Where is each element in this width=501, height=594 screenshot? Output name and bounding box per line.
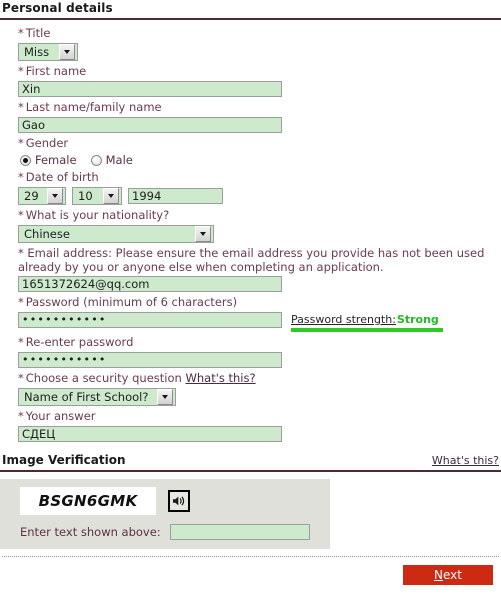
footer-divider — [2, 556, 499, 557]
gender-radio-female[interactable] — [20, 154, 31, 166]
form-footer: Next — [0, 556, 501, 594]
nationality-select[interactable]: Chinese — [18, 225, 214, 243]
date-of-birth-group: 29 10 — [18, 187, 501, 205]
required-asterisk: * — [18, 208, 24, 222]
required-asterisk: * — [18, 136, 24, 150]
date-of-birth-label: * Date of birth — [18, 170, 501, 185]
reenter-password-label-text: Re-enter password — [25, 335, 134, 349]
password-label: * Password (minimum of 6 characters) — [18, 295, 501, 310]
dob-year-input[interactable] — [128, 188, 223, 204]
email-label: * Email address: Please ensure the email… — [18, 246, 485, 274]
image-verification-help-link[interactable]: What's this? — [432, 454, 501, 467]
password-label-text: Password (minimum of 6 characters) — [25, 295, 238, 309]
chevron-down-icon — [103, 188, 119, 204]
gender-radio-male-label[interactable]: Male — [106, 153, 133, 167]
answer-input[interactable] — [18, 426, 282, 442]
password-strength-meter: Password strength:Strong — [291, 312, 443, 332]
answer-label-text: Your answer — [25, 409, 96, 423]
password-input[interactable] — [18, 312, 282, 328]
image-verification-heading-row: Image Verification What's this? — [0, 452, 501, 472]
security-question-label-text: Choose a security question — [25, 371, 182, 385]
chevron-down-icon — [47, 188, 63, 204]
dob-month-select[interactable]: 10 — [72, 187, 122, 205]
answer-label: * Your answer — [18, 409, 501, 424]
title-label: * Title — [18, 26, 501, 41]
next-button-label: Next — [434, 568, 462, 582]
gender-radio-female-label[interactable]: Female — [35, 153, 77, 167]
last-name-input[interactable] — [18, 117, 282, 133]
image-verification-heading: Image Verification — [2, 453, 126, 467]
security-question-select[interactable]: Name of First School? — [18, 388, 176, 406]
password-row: Password strength:Strong — [18, 312, 501, 332]
reenter-password-input[interactable] — [18, 352, 282, 368]
required-asterisk: * — [18, 170, 24, 184]
dob-day-select[interactable]: 29 — [18, 187, 66, 205]
required-asterisk: * — [18, 295, 24, 309]
nationality-label-text: What is your nationality? — [25, 208, 170, 222]
required-asterisk: * — [18, 64, 24, 78]
security-question-select-value: Name of First School? — [24, 390, 149, 404]
personal-details-body: *Title Miss *First name *Last name/famil… — [0, 26, 501, 442]
personal-details-heading: Personal details — [0, 0, 501, 20]
date-of-birth-label-text: Date of birth — [25, 170, 99, 184]
reenter-password-label: * Re-enter password — [18, 335, 501, 350]
required-asterisk: * — [18, 371, 24, 385]
nationality-label: * What is your nationality? — [18, 208, 501, 223]
captcha-image: BSGN6GMK — [20, 487, 156, 515]
security-question-help-link[interactable]: What's this? — [185, 371, 255, 385]
first-name-input[interactable] — [18, 81, 282, 97]
dob-day-value: 29 — [24, 189, 39, 203]
chevron-down-icon — [59, 44, 75, 60]
nationality-select-value: Chinese — [24, 227, 70, 241]
next-button-rest: ext — [443, 568, 462, 582]
password-strength-caption: Password strength: — [291, 313, 396, 326]
last-name-label-text: Last name/family name — [25, 100, 162, 114]
speaker-icon[interactable] — [168, 490, 190, 512]
required-asterisk: * — [18, 26, 24, 40]
last-name-label: * Last name/family name — [18, 100, 501, 115]
gender-radio-male[interactable] — [90, 154, 102, 166]
title-label-text: Title — [25, 26, 51, 40]
gender-label-text: Gender — [25, 136, 69, 150]
gender-radio-group: Female Male — [20, 153, 501, 167]
required-asterisk: * — [18, 100, 24, 114]
image-verification-panel: BSGN6GMK Enter text shown above: — [0, 479, 330, 549]
required-asterisk: * — [18, 335, 24, 349]
password-strength-value: Strong — [396, 313, 439, 326]
title-select[interactable]: Miss — [18, 43, 78, 61]
chevron-down-icon — [195, 226, 211, 242]
captcha-entry-row: Enter text shown above: — [20, 524, 320, 540]
captcha-input[interactable] — [169, 524, 310, 540]
required-asterisk: * — [18, 409, 24, 423]
gender-label: * Gender — [18, 136, 501, 151]
first-name-label-text: First name — [25, 64, 87, 78]
password-strength-text: Password strength:Strong — [291, 313, 443, 326]
password-strength-bar — [291, 328, 443, 332]
next-button[interactable]: Next — [403, 565, 493, 585]
next-button-accesskey: N — [434, 568, 443, 582]
security-question-label: * Choose a security question What's this? — [18, 371, 501, 386]
title-select-value: Miss — [24, 45, 50, 59]
captcha-entry-label: Enter text shown above: — [20, 525, 161, 539]
first-name-label: * First name — [18, 64, 501, 79]
registration-form-page: Personal details * Title Miss * First name… — [0, 0, 501, 594]
dob-month-value: 10 — [78, 189, 93, 203]
chevron-down-icon — [157, 389, 173, 405]
email-input[interactable] — [18, 276, 282, 292]
captcha-row: BSGN6GMK — [20, 487, 320, 515]
